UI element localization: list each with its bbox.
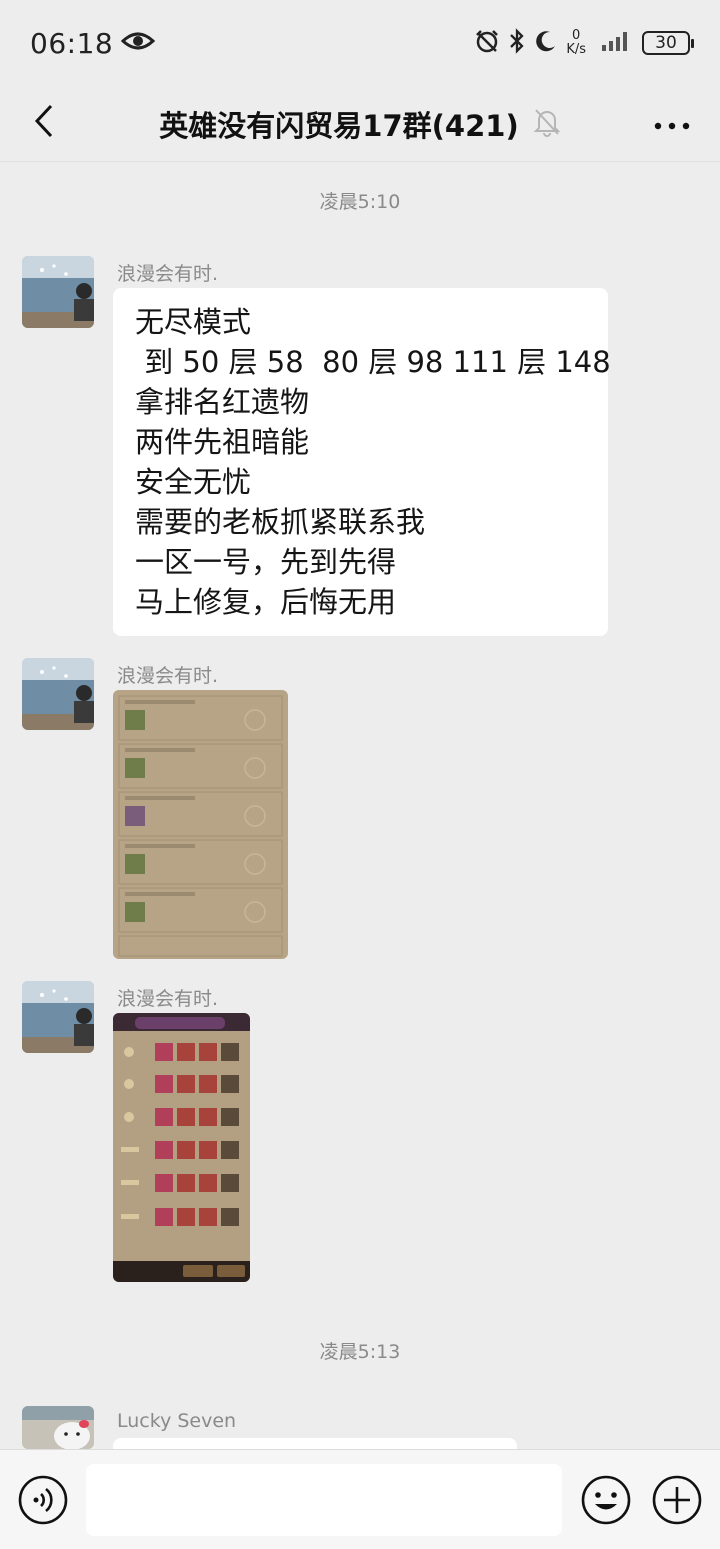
sender-name: 浪漫会有时. <box>117 988 219 1010</box>
chat-header: 英雄没有闪贸易17群(421) <box>0 86 720 162</box>
sender-name: 浪漫会有时. <box>117 665 219 687</box>
signal-icon <box>594 29 634 57</box>
battery-indicator: 30 <box>642 31 694 55</box>
avatar[interactable] <box>22 981 94 1053</box>
emoji-button[interactable] <box>581 1475 631 1525</box>
emoji-icon <box>581 1475 631 1529</box>
net-speed-value: 0 <box>572 28 581 43</box>
plus-icon <box>652 1475 702 1529</box>
message-line: 无尽模式 <box>135 305 252 339</box>
moon-icon <box>534 29 558 57</box>
voice-button[interactable] <box>18 1475 68 1525</box>
message-line: 拿排名红遗物 <box>135 385 310 419</box>
timestamp: 凌晨5:13 <box>319 1341 401 1363</box>
message-bubble[interactable] <box>113 1438 517 1449</box>
avatar[interactable] <box>22 256 94 328</box>
status-time: 06:18 <box>30 26 114 60</box>
status-bar: 06:18 0 K/s 30 <box>0 0 720 86</box>
message-line: 到 50 层 58 80 层 98 111 层 148 <box>135 345 611 379</box>
alarm-icon <box>474 28 500 58</box>
message-line: 一区一号，先到先得 <box>135 545 397 579</box>
message-line: 马上修复，后悔无用 <box>135 585 397 619</box>
chevron-left-icon <box>33 103 55 143</box>
voice-icon <box>18 1475 68 1529</box>
message-input[interactable] <box>86 1464 562 1536</box>
bluetooth-icon <box>508 28 526 58</box>
message-line: 需要的老板抓紧联系我 <box>135 505 426 539</box>
image-message[interactable] <box>113 690 288 959</box>
timestamp: 凌晨5:10 <box>319 191 401 213</box>
net-speed: 0 K/s <box>566 29 586 57</box>
message-line: 两件先祖暗能 <box>135 425 310 459</box>
back-button[interactable] <box>24 100 64 146</box>
chat-title: 英雄没有闪贸易17群(421) <box>159 108 519 143</box>
message-bubble[interactable]: 无尽模式 到 50 层 58 80 层 98 111 层 148 拿排名红遗物 … <box>113 288 611 636</box>
bell-off-icon <box>533 107 561 141</box>
sender-name: Lucky Seven <box>117 1410 237 1432</box>
net-speed-unit: K/s <box>566 42 586 57</box>
message-line: 安全无忧 <box>135 465 252 499</box>
more-button[interactable] <box>652 106 692 142</box>
plus-button[interactable] <box>652 1475 702 1525</box>
avatar[interactable] <box>22 1406 94 1449</box>
avatar[interactable] <box>22 658 94 730</box>
image-message[interactable] <box>113 1013 250 1282</box>
sender-name: 浪漫会有时. <box>117 263 219 285</box>
eye-icon <box>121 30 156 56</box>
input-bar <box>0 1449 720 1549</box>
more-dots-icon <box>654 115 690 134</box>
